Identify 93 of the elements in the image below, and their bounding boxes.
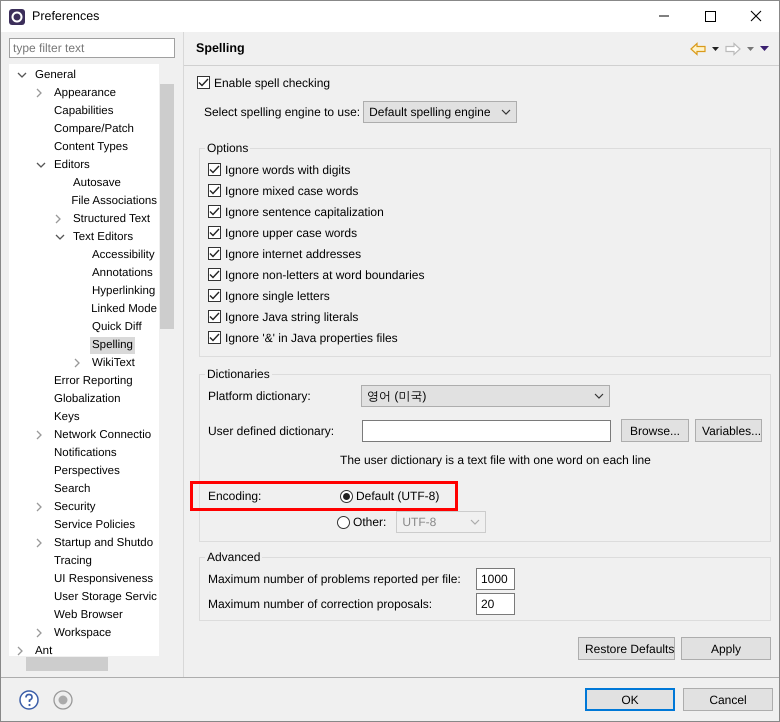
field-label: Maximum number of problems reported per file:: [208, 570, 462, 588]
browse-button[interactable]: Browse...: [621, 419, 689, 442]
tree-item[interactable]: Capabilities: [52, 102, 116, 120]
tree-item[interactable]: Spelling: [90, 336, 135, 354]
group-title: Dictionaries: [205, 367, 272, 381]
platform-dropdown[interactable]: 영어 (미국): [361, 385, 610, 407]
field-label: User defined dictionary:: [208, 422, 334, 440]
tree-item[interactable]: Keys: [52, 408, 82, 426]
tree-item[interactable]: Network Connectio: [52, 426, 154, 444]
checkbox[interactable]: [208, 226, 221, 239]
window-title: Preferences: [32, 8, 100, 26]
tree-item[interactable]: Annotations: [90, 264, 155, 282]
number-field[interactable]: 1000: [476, 568, 515, 590]
checkbox[interactable]: [208, 247, 221, 260]
number-field[interactable]: 20: [476, 592, 515, 614]
group-title: Options: [205, 141, 250, 155]
tree-item[interactable]: Ant: [33, 642, 54, 656]
tree-item[interactable]: Structured Text: [71, 210, 152, 228]
tree-item[interactable]: Compare/Patch: [52, 120, 136, 138]
tree-item[interactable]: Startup and Shutdo: [52, 534, 156, 552]
app-icon: [9, 8, 25, 24]
tree-item[interactable]: Perspectives: [52, 462, 122, 480]
tree-item[interactable]: Web Browser: [52, 606, 125, 624]
checkbox-label: Ignore Java string literals: [225, 308, 358, 326]
caret-icon: [470, 519, 480, 525]
tree-item[interactable]: Hyperlinking: [90, 282, 158, 300]
checkbox[interactable]: [208, 310, 221, 323]
field-label: Maximum number of correction proposals:: [208, 596, 434, 612]
group-title: Advanced: [205, 550, 262, 564]
tree-item[interactable]: Security: [52, 498, 98, 516]
checkbox[interactable]: [208, 205, 221, 218]
radio-button[interactable]: [340, 490, 353, 502]
close-icon[interactable]: [749, 10, 763, 23]
tree-item[interactable]: Content Types: [52, 138, 130, 156]
engine-dropdown[interactable]: Default spelling engine: [363, 101, 517, 123]
checkbox-label: Ignore words with digits: [225, 162, 350, 178]
field-label: Select spelling engine to use:: [204, 104, 360, 121]
tree-item[interactable]: File Associations: [69, 192, 159, 210]
chevron-icon[interactable]: [17, 72, 27, 78]
checkbox-label: Ignore '&' in Java properties files: [225, 330, 398, 346]
checkbox[interactable]: [197, 76, 210, 89]
checkbox-label: Ignore internet addresses: [225, 246, 362, 262]
radio-label: Default (UTF-8): [356, 488, 440, 505]
chevron-icon[interactable]: [55, 234, 65, 240]
checkbox-label: Enable spell checking: [214, 74, 330, 92]
tree-item[interactable]: Service Policies: [52, 516, 138, 534]
tree-item[interactable]: Tracing: [52, 552, 94, 570]
tree-item[interactable]: Linked Mode: [89, 300, 159, 318]
checkbox-label: Ignore sentence capitalization: [225, 204, 384, 220]
tree-item[interactable]: Editors: [52, 156, 92, 174]
tree-item[interactable]: Autosave: [71, 174, 123, 192]
dropdown-icon[interactable]: [712, 46, 719, 50]
tree-item[interactable]: UI Responsiveness: [52, 570, 156, 588]
tree-item[interactable]: Accessibility: [90, 246, 157, 264]
checkbox-label: Ignore non-letters at word boundaries: [225, 266, 424, 284]
tree-item[interactable]: Error Reporting: [52, 372, 135, 390]
cancel-button[interactable]: Cancel: [683, 688, 773, 711]
tree-item[interactable]: User Storage Servic: [52, 588, 159, 606]
tree-item[interactable]: General: [33, 66, 78, 84]
field-label: Encoding:: [208, 488, 262, 505]
maximize-icon[interactable]: [703, 10, 717, 23]
checkbox-label: Ignore upper case words: [225, 224, 358, 242]
tree-item[interactable]: Workspace: [52, 624, 114, 642]
ok-button[interactable]: OK: [585, 688, 675, 711]
caret-icon[interactable]: [594, 393, 604, 399]
apply-button[interactable]: Apply: [681, 637, 771, 660]
checkbox[interactable]: [208, 163, 221, 176]
tree-item[interactable]: Quick Diff: [90, 318, 144, 336]
checkbox[interactable]: [208, 289, 221, 302]
radio-button[interactable]: [337, 516, 350, 528]
variables-button[interactable]: Variables...: [695, 419, 762, 442]
tree-item[interactable]: WikiText: [90, 354, 137, 372]
text-field[interactable]: [362, 420, 611, 442]
filter-field[interactable]: type filter text: [9, 38, 175, 58]
chevron-icon[interactable]: [36, 162, 46, 168]
checkbox-label: Ignore single letters: [225, 288, 330, 304]
menu-icon[interactable]: [760, 46, 769, 51]
page-title: Spelling: [196, 40, 246, 58]
restore-defaults-button[interactable]: Restore Defaults: [578, 637, 675, 660]
radio-label: Other:: [353, 514, 386, 531]
checkbox[interactable]: [208, 184, 221, 197]
tree-item[interactable]: Appearance: [52, 84, 118, 102]
hint-text: The user dictionary is a text file with one word on each line: [340, 452, 652, 469]
checkbox[interactable]: [208, 331, 221, 344]
tree-item[interactable]: Search: [52, 480, 92, 498]
help-icon[interactable]: [19, 690, 39, 710]
tree-item[interactable]: Globalization: [52, 390, 122, 408]
caret-icon[interactable]: [500, 109, 511, 115]
field-label: Platform dictionary:: [208, 388, 311, 405]
tree-item[interactable]: Text Editors: [71, 228, 136, 246]
tree-item[interactable]: Notifications: [52, 444, 119, 462]
checkbox-label: Ignore mixed case words: [225, 182, 358, 200]
checkbox[interactable]: [208, 268, 221, 281]
